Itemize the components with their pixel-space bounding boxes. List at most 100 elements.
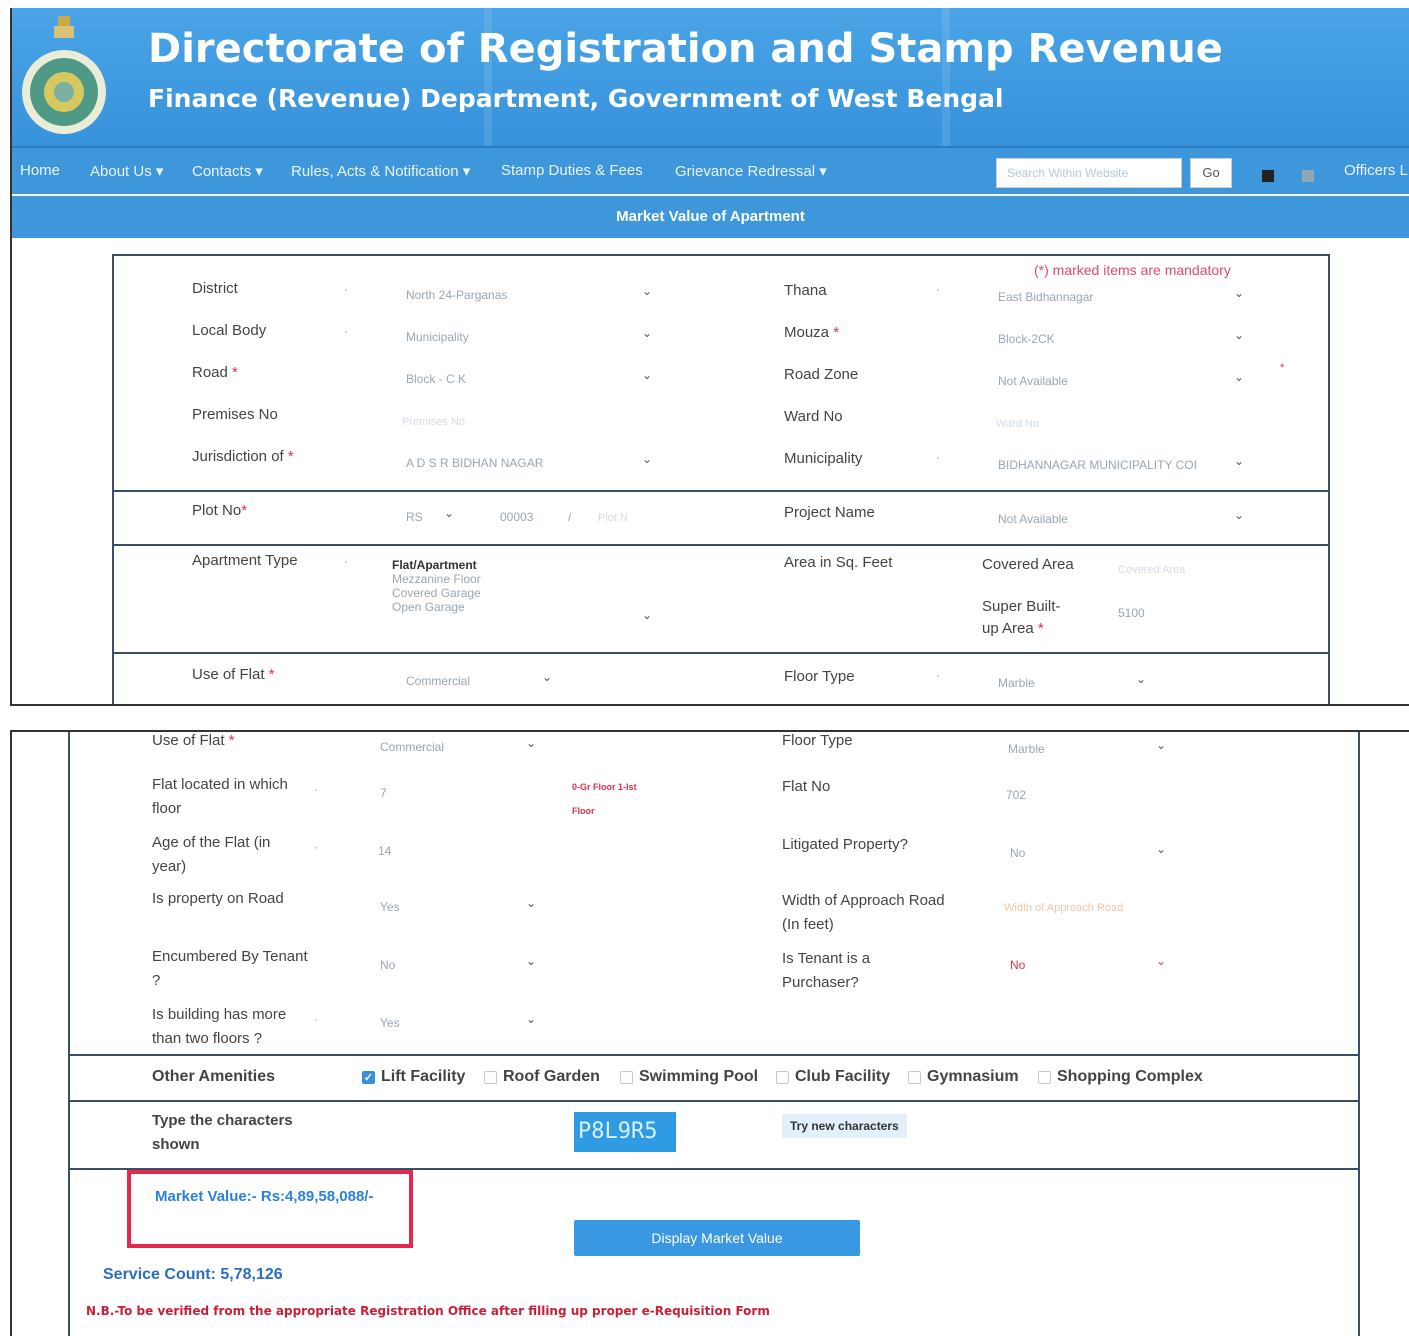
age-label: Age of the Flat (in [152,834,271,851]
amenity-gymnasium[interactable]: Gymnasium [908,1068,1019,1086]
area-label: Area in Sq. Feet [784,554,893,571]
contrast-light-icon[interactable] [1302,170,1314,182]
covered-area-input[interactable]: Covered Area [1118,564,1185,576]
on-road-select[interactable]: Yes [380,900,400,914]
list-item[interactable]: Mezzanine Floor [392,572,652,586]
amenity-swimming-pool[interactable]: Swimming Pool [620,1068,758,1086]
floor-type-label: Floor Type [784,668,855,685]
tenant-select[interactable]: No [380,958,395,972]
super-builtup-input[interactable]: 5100 [1118,606,1145,620]
tenant-purchaser-label: Is Tenant is a [782,950,871,967]
tenant-purchaser-select[interactable]: No [1010,958,1025,972]
approach-road-label: Width of Approach Road [782,892,945,909]
section-title: Market Value of Apartment [12,196,1409,238]
chevron-down-icon: ⌄ [1234,370,1245,384]
road-label: Road [192,364,228,381]
jurisdiction-select[interactable]: A D S R BIDHAN NAGAR [406,456,543,470]
flat-floor-label: Flat located in which [152,776,288,793]
flat-no-input[interactable]: 702 [1006,788,1026,802]
project-name-select[interactable]: Not Available [998,512,1068,526]
approach-road-input[interactable]: Width of Approach Road [1004,902,1123,914]
display-market-value-button[interactable]: Display Market Value [574,1220,860,1256]
nav-rules[interactable]: Rules, Acts & Notification ▾ [291,162,470,180]
flat-floor-input[interactable]: 7 [380,786,387,800]
district-select[interactable]: North 24-Parganas [406,288,507,302]
chevron-down-icon: ⌄ [642,608,653,622]
plot-sub-input[interactable]: Plot N [598,512,628,524]
verification-note: N.B.-To be verified from the appropriate… [86,1304,770,1318]
chevron-down-icon: ⌄ [642,368,653,382]
market-value-result: Market Value:- Rs:4,89,58,088/- [155,1188,374,1205]
captcha-image: P8L9R5 [574,1112,676,1152]
amenity-lift[interactable]: ✓ Lift Facility [362,1068,465,1086]
list-item[interactable]: Covered Garage [392,586,652,600]
municipality-label: Municipality [784,450,863,467]
amenity-roof-garden[interactable]: Roof Garden [484,1068,600,1086]
road-zone-select[interactable]: Not Available [998,374,1068,388]
apartment-form-bottom: Use of Flat * Commercial ⌄ Floor Type Ma… [68,732,1360,1336]
road-select[interactable]: Block - C K [406,372,466,386]
use-of-flat-label: Use of Flat [192,666,265,683]
captcha-label: Type the characters [152,1112,293,1129]
checkbox-icon[interactable] [908,1070,921,1084]
tenant-label: Encumbered By Tenant [152,948,308,965]
local-body-select[interactable]: Municipality [406,330,469,344]
site-search-input[interactable]: Search Within Website [996,158,1182,188]
super-builtup-label: Super Built- [982,598,1061,615]
list-item[interactable]: Open Garage [392,600,652,614]
checkbox-icon[interactable] [1038,1070,1051,1084]
apartment-type-listbox[interactable]: Flat/Apartment Mezzanine Floor Covered G… [392,558,652,628]
chevron-down-icon: ⌄ [1136,672,1147,686]
nav-officers-login[interactable]: Officers L [1344,162,1408,179]
nav-about[interactable]: About Us ▾ [90,162,163,180]
nav-grievance[interactable]: Grievance Redressal ▾ [675,162,827,180]
nav-contacts[interactable]: Contacts ▾ [192,162,263,180]
chevron-down-icon: ⌄ [642,452,653,466]
site-header: Directorate of Registration and Stamp Re… [12,8,1409,146]
nav-home[interactable]: Home [20,162,60,179]
project-name-label: Project Name [784,504,875,521]
checkbox-icon[interactable] [484,1070,497,1084]
list-item[interactable]: Flat/Apartment [392,558,652,572]
municipality-select[interactable]: BIDHANNAGAR MUNICIPALITY COI [998,458,1197,472]
age-input[interactable]: 14 [378,844,391,858]
use-of-flat-select[interactable]: Commercial [380,740,444,754]
nav-stamp-duties[interactable]: Stamp Duties & Fees [501,162,643,179]
ward-no-input[interactable]: Ward No [996,418,1039,430]
two-floors-select[interactable]: Yes [380,1016,400,1030]
checkbox-checked-icon[interactable]: ✓ [362,1070,375,1084]
jurisdiction-label: Jurisdiction of [192,448,284,465]
amenity-club[interactable]: Club Facility [776,1068,890,1086]
litigated-select[interactable]: No [1010,846,1025,860]
floor-type-label: Floor Type [782,732,853,749]
litigated-label: Litigated Property? [782,836,908,853]
amenity-shopping[interactable]: Shopping Complex [1038,1068,1203,1086]
apartment-form-top: (*) marked items are mandatory District … [112,254,1330,704]
two-floors-label: Is building has more [152,1006,287,1023]
try-new-captcha-button[interactable]: Try new characters [782,1114,907,1138]
chevron-down-icon: ⌄ [1156,738,1167,752]
plot-prefix-select[interactable]: RS [406,510,423,524]
plot-no-label: Plot No [192,502,242,519]
screenshot-bottom: Use of Flat * Commercial ⌄ Floor Type Ma… [10,730,1409,1336]
contrast-dark-icon[interactable] [1262,170,1274,182]
thana-select[interactable]: East Bidhannagar [998,290,1093,304]
floor-type-select[interactable]: Marble [998,676,1035,690]
plot-no-input[interactable]: 00003 [500,510,533,524]
screenshot-top: Directorate of Registration and Stamp Re… [10,8,1409,706]
road-zone-label: Road Zone [784,366,859,383]
floor-type-select[interactable]: Marble [1008,742,1045,756]
service-count: Service Count: 5,78,126 [103,1266,283,1283]
mouza-select[interactable]: Block-2CK [998,332,1055,346]
ward-no-label: Ward No [784,408,843,425]
use-of-flat-select[interactable]: Commercial [406,674,470,688]
checkbox-icon[interactable] [776,1070,789,1084]
search-go-button[interactable]: Go [1190,158,1232,188]
local-body-label: Local Body [192,322,267,339]
checkbox-icon[interactable] [620,1070,633,1084]
government-emblem-icon [22,16,106,134]
premises-no-input[interactable]: Premises No [402,416,465,428]
chevron-down-icon: ⌄ [526,896,537,910]
chevron-down-icon: ⌄ [444,506,455,520]
chevron-down-icon: ⌄ [1234,286,1245,300]
